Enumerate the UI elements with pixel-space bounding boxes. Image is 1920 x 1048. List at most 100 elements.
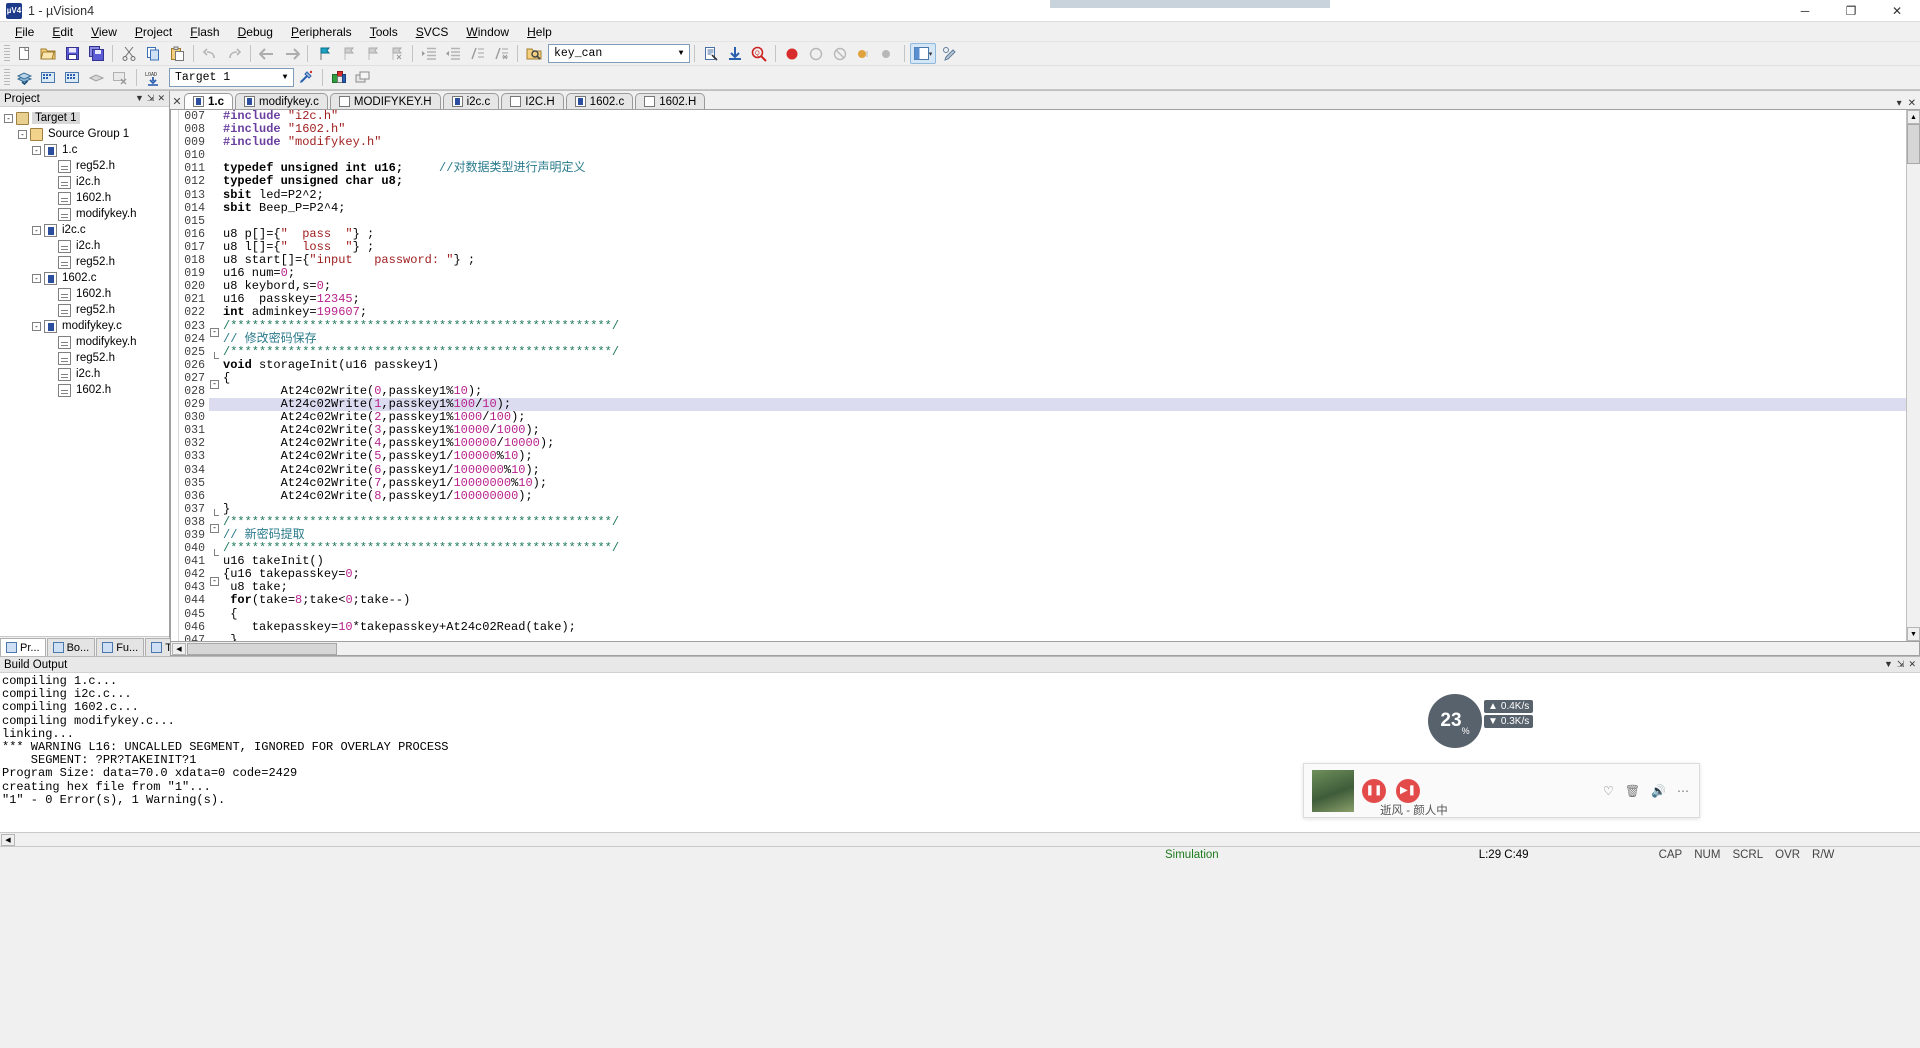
menu-item-file[interactable]: File — [6, 23, 43, 41]
code-line[interactable]: 013 sbit led=P2^2; — [179, 188, 1906, 202]
manage-components-icon[interactable] — [328, 67, 350, 88]
chevron-down-icon[interactable]: ▼ — [277, 69, 293, 86]
code-editor[interactable]: 007 #include "i2c.h" 008 #include "1602.h" 0… — [170, 109, 1920, 642]
tree-item-1602-h[interactable]: 1602.h — [4, 190, 169, 206]
fold-toggle-icon[interactable]: - — [210, 328, 219, 338]
menu-item-edit[interactable]: Edit — [43, 23, 82, 41]
editor-horizontal-scrollbar[interactable]: ◀ — [170, 642, 1920, 656]
code-line[interactable]: 040/************************************… — [179, 542, 1906, 556]
start-debug-icon[interactable] — [781, 43, 803, 64]
tree-item-Target 1[interactable]: - Target 1 — [4, 110, 169, 126]
tree-expander[interactable]: - — [4, 113, 13, 123]
fold-toggle-icon[interactable]: - — [210, 576, 219, 586]
chevron-down-icon[interactable]: ▼ — [673, 45, 689, 62]
menu-item-view[interactable]: View — [82, 23, 126, 41]
scroll-left-arrow[interactable]: ◀ — [1, 833, 15, 846]
menu-item-window[interactable]: Window — [457, 23, 518, 41]
open-file-icon[interactable] — [37, 43, 59, 64]
code-line[interactable]: 012 typedef unsigned char u8; — [179, 175, 1906, 189]
copy-icon[interactable] — [142, 43, 164, 64]
music-player-widget[interactable]: ❚❚ ▶❚ ♡ 🗑 🔊 ⋯ — [1303, 763, 1700, 818]
scroll-thumb[interactable] — [1907, 124, 1920, 164]
tree-item-reg52-h[interactable]: reg52.h — [4, 158, 169, 174]
code-line[interactable]: 047 } — [179, 633, 1906, 641]
tree-item-1-c[interactable]: - 1.c — [4, 142, 169, 158]
redo-icon[interactable] — [223, 43, 245, 64]
code-line[interactable]: 046 takepasskey=10*takepasskey+At24c02Re… — [179, 620, 1906, 634]
scroll-down-arrow[interactable]: ▼ — [1907, 627, 1920, 641]
goto-definition-icon[interactable] — [724, 43, 746, 64]
menu-item-debug[interactable]: Debug — [229, 23, 282, 41]
find-icon[interactable]: Q — [748, 43, 770, 64]
enable-breakpoints-icon[interactable] — [877, 43, 899, 64]
project-tab-Pr[interactable]: Pr... — [0, 638, 46, 656]
tree-item-1602-h[interactable]: 1602.h — [4, 382, 169, 398]
manage-multi-project-icon[interactable] — [352, 67, 374, 88]
menu-item-help[interactable]: Help — [518, 23, 561, 41]
new-file-icon[interactable] — [13, 43, 35, 64]
target-selector[interactable]: Target 1 ▼ — [169, 68, 294, 87]
more-options-icon[interactable]: ⋯ — [1677, 784, 1689, 798]
toolbar-grip[interactable] — [4, 68, 10, 87]
code-line[interactable]: 026 void storageInit(u16 passkey1) — [179, 358, 1906, 372]
outdent-icon[interactable] — [442, 43, 464, 64]
project-tab-Fu[interactable]: Fu... — [96, 638, 145, 656]
rebuild-icon[interactable] — [37, 67, 59, 88]
code-line[interactable]: 019 u16 num=0; — [179, 267, 1906, 281]
pause-icon[interactable]: ❚❚ — [1362, 778, 1386, 803]
tree-item-Source Group 1[interactable]: - Source Group 1 — [4, 126, 169, 142]
editor-tab-1602-c[interactable]: 1602.c — [565, 93, 634, 109]
editor-tab-1-c[interactable]: 1.c — [184, 93, 233, 109]
project-tab-Bo[interactable]: Bo... — [46, 638, 96, 656]
menu-item-tools[interactable]: Tools — [361, 23, 407, 41]
auto-hide-icon[interactable]: ⇲ — [1897, 659, 1905, 670]
scroll-thumb-h[interactable] — [187, 642, 337, 655]
code-line[interactable]: 008 #include "1602.h" — [179, 123, 1906, 137]
download-icon[interactable]: LOAD — [142, 67, 164, 88]
save-icon[interactable] — [61, 43, 83, 64]
comment-icon[interactable] — [466, 43, 488, 64]
close-icon[interactable]: ✕ — [1908, 659, 1916, 670]
tree-item-i2c-h[interactable]: i2c.h — [4, 238, 169, 254]
close-tab-icon[interactable]: ✕ — [1908, 98, 1916, 109]
indent-icon[interactable] — [418, 43, 440, 64]
code-line[interactable]: 043 u8 take; — [179, 581, 1906, 595]
target-options-icon[interactable] — [295, 67, 317, 88]
navigate-forward-icon[interactable] — [280, 43, 302, 64]
tree-expander[interactable]: - — [32, 145, 41, 155]
save-all-icon[interactable] — [85, 43, 107, 64]
stop-build-icon[interactable] — [109, 67, 131, 88]
code-line[interactable]: 023-/***********************************… — [179, 319, 1906, 338]
next-track-icon[interactable]: ▶❚ — [1396, 778, 1420, 803]
code-line[interactable]: 014 sbit Beep_P=P2^4; — [179, 201, 1906, 215]
scroll-left-arrow[interactable]: ◀ — [172, 642, 186, 655]
insert-bookmark-icon[interactable] — [313, 43, 335, 64]
translate-icon[interactable] — [85, 67, 107, 88]
code-line[interactable]: 044 for(take=8;take<0;take--) — [179, 594, 1906, 608]
scroll-up-arrow[interactable]: ▲ — [1907, 110, 1920, 124]
project-window-icon[interactable]: ▾ — [910, 43, 936, 64]
batch-build-icon[interactable] — [61, 67, 83, 88]
code-line[interactable]: 009 #include "modifykey.h" — [179, 136, 1906, 150]
editor-tab-I2C-H[interactable]: I2C.H — [501, 93, 564, 109]
editor-tab-MODIFYKEY-H[interactable]: MODIFYKEY.H — [329, 93, 441, 109]
menu-item-peripherals[interactable]: Peripherals — [282, 23, 361, 41]
tree-item-reg52-h[interactable]: reg52.h — [4, 302, 169, 318]
fold-toggle-icon[interactable]: - — [210, 380, 219, 390]
cut-icon[interactable] — [118, 43, 140, 64]
code-line[interactable]: 021 u16 passkey=12345; — [179, 293, 1906, 307]
trash-icon[interactable]: 🗑 — [1625, 784, 1640, 798]
code-line[interactable]: 020 u8 keybord,s=0; — [179, 280, 1906, 294]
editor-vertical-scrollbar[interactable]: ▲ ▼ — [1906, 110, 1920, 641]
tree-item-1602-h[interactable]: 1602.h — [4, 286, 169, 302]
code-line[interactable]: 015 — [179, 214, 1906, 228]
menu-item-flash[interactable]: Flash — [181, 23, 228, 41]
clear-bookmarks-icon[interactable] — [385, 43, 407, 64]
editor-tab-1602-H[interactable]: 1602.H — [635, 93, 706, 109]
heart-icon[interactable]: ♡ — [1603, 784, 1614, 798]
menu-item-project[interactable]: Project — [126, 23, 181, 41]
uncomment-icon[interactable] — [490, 43, 512, 64]
code-line[interactable]: 036 At24c02Write(8,passkey1/100000000); — [179, 489, 1906, 503]
dropdown-menu-icon[interactable]: ▼ — [1884, 659, 1893, 670]
close-icon[interactable]: ✕ — [157, 93, 165, 104]
